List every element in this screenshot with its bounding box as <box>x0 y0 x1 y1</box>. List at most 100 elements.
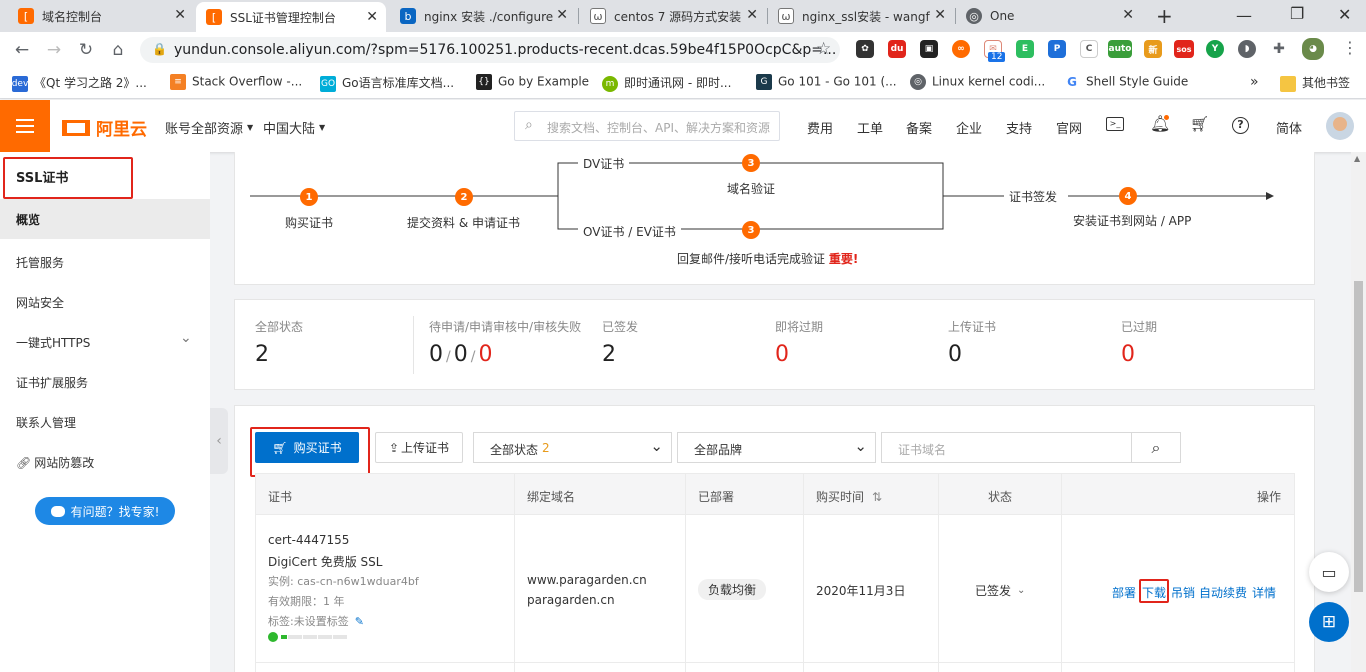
apps-grid-icon[interactable]: ⊞ <box>1309 602 1349 642</box>
terminal-icon[interactable]: >_ <box>1106 117 1124 131</box>
nav-official-site[interactable]: 官网 <box>1056 118 1082 137</box>
stat-all-value[interactable]: 2 <box>255 342 269 367</box>
sidebar-item-website-security[interactable]: 网站安全 <box>16 294 64 311</box>
sidebar-collapse-handle[interactable]: ‹ <box>210 408 228 474</box>
evernote-icon[interactable]: E <box>1016 40 1034 58</box>
aliyun-logo[interactable]: 阿里云 <box>62 115 147 140</box>
bookmark-item[interactable]: ◎ Linux kernel codi... <box>910 74 1045 94</box>
bookmark-star-icon[interactable]: ☆ <box>816 39 831 59</box>
puzzle-icon[interactable]: ✚ <box>1270 40 1288 58</box>
search-button[interactable]: ⌕ <box>1131 432 1181 463</box>
nav-ticket[interactable]: 工单 <box>857 118 883 137</box>
close-icon[interactable]: ✕ <box>174 7 186 23</box>
browser-tab-active[interactable]: [ SSL证书管理控制台 ✕ <box>196 2 386 32</box>
avatar[interactable] <box>1326 112 1354 140</box>
nav-enterprise[interactable]: 企业 <box>956 118 982 137</box>
address-bar[interactable]: 🔒 yundun.console.aliyun.com/?spm=5176.10… <box>140 37 840 63</box>
bookmark-item[interactable]: dev 《Qt 学习之路 2》... <box>12 74 147 94</box>
stat-pending-failed[interactable]: 0 <box>478 342 492 367</box>
sos-extension-icon[interactable]: sos <box>1174 40 1194 58</box>
back-icon[interactable]: ← <box>10 38 34 62</box>
close-icon[interactable]: ✕ <box>366 9 378 25</box>
feedback-chat-icon[interactable]: ▭ <box>1309 552 1349 592</box>
home-icon[interactable]: ⌂ <box>106 38 130 62</box>
brand-filter-select[interactable]: 全部品牌 ⌄ <box>677 432 876 463</box>
status-dropdown[interactable]: 已签发 ⌄ <box>975 582 1025 599</box>
console-search-input[interactable]: ⌕ 搜索文档、控制台、API、解决方案和资源 <box>514 111 780 141</box>
restore-icon[interactable]: ❐ <box>1290 4 1304 23</box>
nav-icp[interactable]: 备案 <box>906 118 932 137</box>
new-tab-icon[interactable]: + <box>1156 4 1173 28</box>
sidebar: SSL证书 概览 托管服务 网站安全 一键式HTTPS ⌄ 证书扩展服务 联系人… <box>0 152 210 672</box>
browser-tab[interactable]: ω nginx_ssl安装 - wangf ✕ <box>768 0 954 32</box>
domain-search-input[interactable]: 证书域名 <box>881 432 1132 463</box>
scrollbar[interactable]: ▲ <box>1351 152 1366 672</box>
sidebar-item-tamper-protection[interactable]: 🔗︎ 网站防篡改 <box>16 454 94 471</box>
sidebar-item-overview[interactable]: 概览 <box>0 199 210 239</box>
browser-tab[interactable]: ◎ One ✕ <box>956 0 1142 32</box>
cart-icon[interactable]: 🛒︎ <box>1190 115 1209 133</box>
chevron-down-icon[interactable]: ⌄ <box>180 330 192 346</box>
stat-expired-value[interactable]: 0 <box>1121 342 1135 367</box>
language-switch[interactable]: 简体 <box>1276 118 1302 137</box>
extension-icon[interactable]: C <box>1080 40 1098 58</box>
bookmark-item[interactable]: G Go 101 - Go 101 (... <box>756 74 897 94</box>
help-icon[interactable]: ? <box>1232 117 1249 134</box>
close-icon[interactable]: ✕ <box>934 7 946 23</box>
stat-uploaded-value[interactable]: 0 <box>948 342 962 367</box>
edit-icon[interactable]: ✎ <box>355 615 364 628</box>
extension-icon[interactable]: ✿ <box>856 40 874 58</box>
extension-icon[interactable]: P <box>1048 40 1066 58</box>
revoke-link[interactable]: 吊销 <box>1171 584 1195 601</box>
sidebar-item-contacts[interactable]: 联系人管理 <box>16 414 76 431</box>
ask-expert-button[interactable]: 有问题？找专家! <box>35 497 175 525</box>
close-icon[interactable]: ✕ <box>746 7 758 23</box>
upload-cert-button[interactable]: ⇪ 上传证书 <box>375 432 463 463</box>
extension-icon[interactable]: ◗ <box>1238 40 1256 58</box>
bookmark-item[interactable]: {} Go by Example <box>476 74 589 94</box>
url-text[interactable]: yundun.console.aliyun.com/?spm=5176.1002… <box>174 42 836 58</box>
browser-tab[interactable]: ω centos 7 源码方式安装 ✕ <box>580 0 766 32</box>
status-filter-select[interactable]: 全部状态 2 ⌄ <box>473 432 672 463</box>
region-dropdown[interactable]: 中国大陆 ▼ <box>263 118 325 137</box>
window-close-icon[interactable]: ✕ <box>1338 5 1351 24</box>
close-icon[interactable]: ✕ <box>556 7 568 23</box>
auto-renew-link[interactable]: 自动续费 <box>1199 584 1247 601</box>
browser-tab[interactable]: b nginx 安装 ./configure ✕ <box>390 0 576 32</box>
extension-icon[interactable]: ∞ <box>952 40 970 58</box>
stat-expiring-value[interactable]: 0 <box>775 342 789 367</box>
browser-tab[interactable]: [ 域名控制台 ✕ <box>8 0 194 32</box>
forward-icon[interactable]: → <box>42 38 66 62</box>
auto-extension-icon[interactable]: auto <box>1108 40 1132 58</box>
sidebar-item-managed-service[interactable]: 托管服务 <box>16 254 64 271</box>
nav-fees[interactable]: 费用 <box>807 118 833 137</box>
sidebar-item-one-click-https[interactable]: 一键式HTTPS <box>16 334 90 351</box>
extension-icon[interactable]: ▣ <box>920 40 938 58</box>
bookmark-item[interactable]: ≡ Stack Overflow -... <box>170 74 302 94</box>
bookmarks-overflow-icon[interactable]: » <box>1250 74 1259 94</box>
new-extension-icon[interactable]: 新 <box>1144 40 1162 58</box>
stat-issued-value[interactable]: 2 <box>602 342 616 367</box>
bookmark-item[interactable]: GO Go语言标准库文档... <box>320 74 454 94</box>
stat-pending-apply[interactable]: 0 <box>429 342 443 367</box>
bookmark-item[interactable]: m 即时通讯网 - 即时... <box>602 74 731 94</box>
sidebar-item-cert-extension[interactable]: 证书扩展服务 <box>16 374 88 391</box>
minimize-icon[interactable]: — <box>1236 6 1252 25</box>
reload-icon[interactable]: ↻ <box>74 38 98 62</box>
extension-icon[interactable]: du <box>888 40 906 58</box>
col-header-purchase-time[interactable]: 购买时间 ⇅ <box>816 488 882 505</box>
account-scope-dropdown[interactable]: 账号全部资源 ▼ <box>165 118 253 137</box>
scrollbar-thumb[interactable] <box>1354 281 1363 592</box>
close-icon[interactable]: ✕ <box>1122 7 1134 23</box>
deploy-link[interactable]: 部署 <box>1112 584 1136 601</box>
scroll-up-icon[interactable]: ▲ <box>1354 154 1360 163</box>
stat-pending-review[interactable]: 0 <box>454 342 468 367</box>
other-bookmarks[interactable]: 其他书签 <box>1280 74 1350 94</box>
menu-icon[interactable] <box>0 100 50 152</box>
more-icon[interactable]: ⋮ <box>1342 38 1358 57</box>
nav-support[interactable]: 支持 <box>1006 118 1032 137</box>
extension-icon[interactable]: Y <box>1206 40 1224 58</box>
profile-avatar[interactable]: ◕ <box>1302 38 1324 60</box>
bookmark-item[interactable]: G Shell Style Guide <box>1064 74 1188 94</box>
details-link[interactable]: 详情 <box>1252 584 1276 601</box>
